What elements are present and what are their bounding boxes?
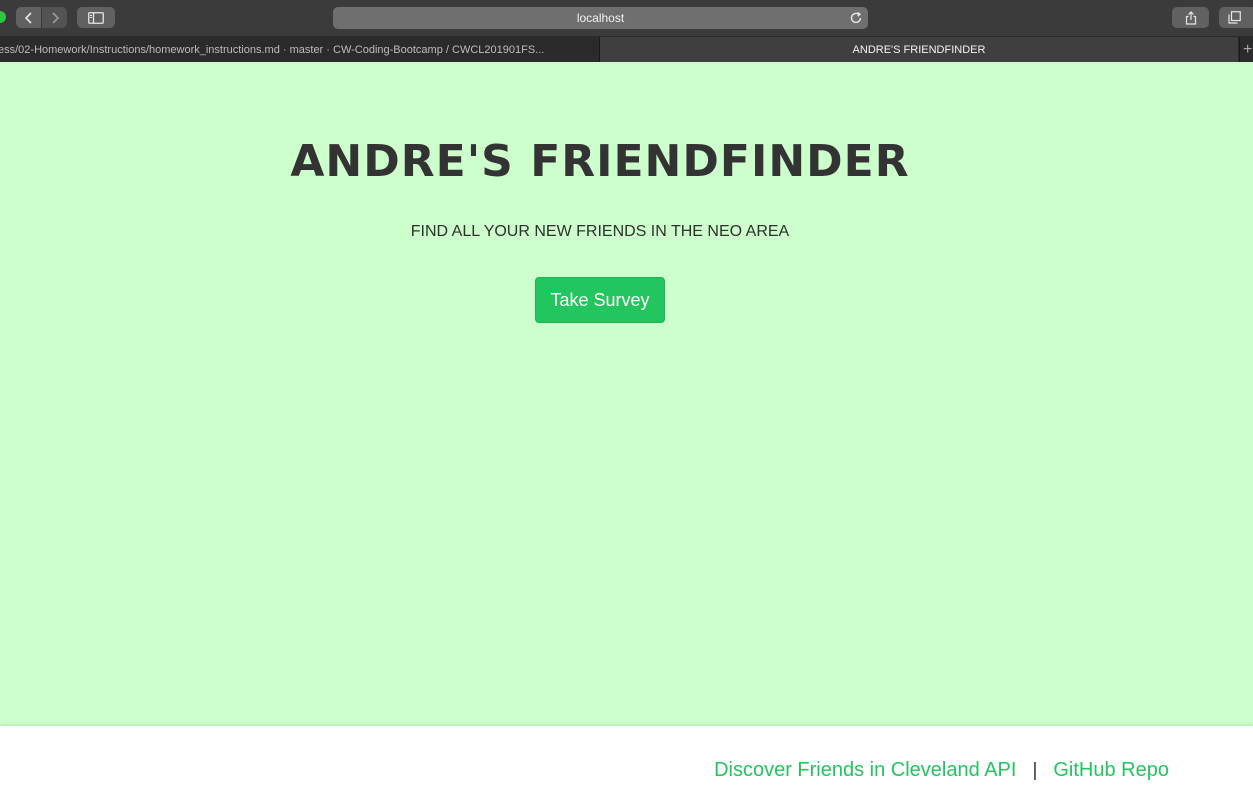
tab-bar: ess/02-Homework/Instructions/homework_in… <box>0 37 1253 63</box>
back-button[interactable] <box>16 7 41 28</box>
tab-title: ess/02-Homework/Instructions/homework_in… <box>0 43 545 56</box>
footer-separator: | <box>1032 759 1038 781</box>
tab-title: ANDRE'S FRIENDFINDER <box>852 43 986 56</box>
page-content: ANDRE'S FRIENDFINDER FIND ALL YOUR NEW F… <box>0 62 1253 726</box>
reload-icon[interactable] <box>849 11 863 25</box>
address-bar[interactable]: localhost <box>333 7 868 29</box>
forward-button[interactable] <box>42 7 67 28</box>
tab-friendfinder[interactable]: ANDRE'S FRIENDFINDER <box>600 37 1238 62</box>
navigation-buttons <box>16 7 67 28</box>
chevron-left-icon <box>24 11 32 24</box>
tab-gitlab-instructions[interactable]: ess/02-Homework/Instructions/homework_in… <box>0 37 600 62</box>
chevron-right-icon <box>51 11 59 24</box>
take-survey-button[interactable]: Take Survey <box>535 277 665 323</box>
sidebar-toggle-button[interactable] <box>77 7 115 28</box>
footer-links: Discover Friends in Cleveland API | GitH… <box>714 759 1169 782</box>
share-icon <box>1185 10 1196 25</box>
address-text: localhost <box>576 11 625 25</box>
page-subtitle: FIND ALL YOUR NEW FRIENDS IN THE NEO ARE… <box>410 223 790 240</box>
new-tab-button[interactable]: + <box>1239 37 1253 62</box>
tabs-overview-icon <box>1228 11 1241 24</box>
api-link[interactable]: Discover Friends in Cleveland API <box>714 759 1016 782</box>
browser-toolbar: localhost <box>0 0 1253 37</box>
footer: Discover Friends in Cleveland API | GitH… <box>0 726 1253 807</box>
share-button[interactable] <box>1172 7 1209 28</box>
sidebar-icon <box>88 11 104 24</box>
window-zoom-button[interactable] <box>0 11 6 23</box>
github-repo-link[interactable]: GitHub Repo <box>1053 759 1169 782</box>
show-tabs-button[interactable] <box>1219 7 1253 28</box>
page-title: ANDRE'S FRIENDFINDER <box>290 136 910 187</box>
